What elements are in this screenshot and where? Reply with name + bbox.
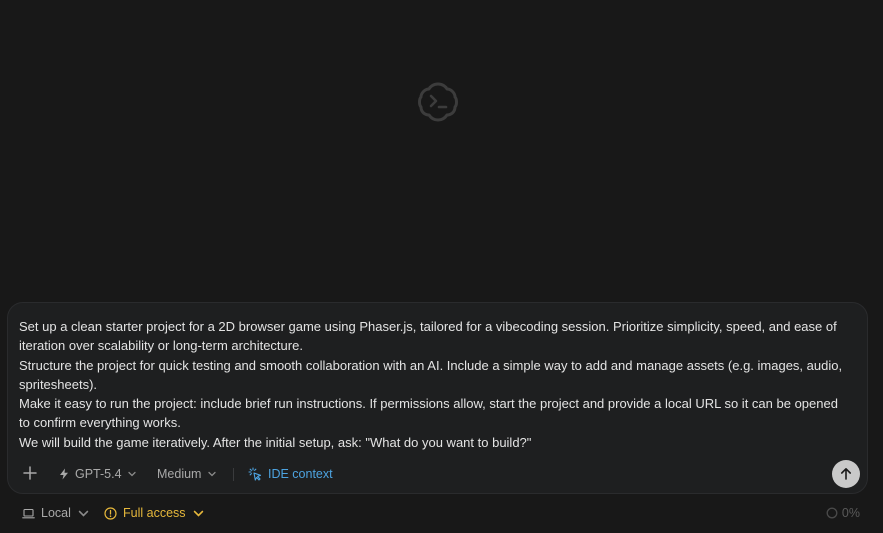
chevron-down-icon — [127, 469, 137, 479]
chevron-down-icon — [77, 507, 90, 520]
environment-selector[interactable]: Local — [22, 500, 90, 526]
effort-label: Medium — [157, 467, 202, 481]
arrow-up-icon — [839, 467, 853, 481]
context-usage-label: 0% — [841, 506, 860, 520]
access-label: Full access — [123, 506, 186, 520]
lightning-icon — [58, 468, 70, 480]
send-button[interactable] — [832, 460, 860, 488]
context-usage-indicator: 0% — [826, 500, 860, 526]
cursor-click-icon — [248, 467, 262, 481]
toolbar-divider — [233, 468, 234, 481]
prompt-composer[interactable]: Set up a clean starter project for a 2D … — [7, 302, 868, 494]
prompt-line: Make it easy to run the project: include… — [19, 396, 838, 431]
ide-context-toggle[interactable]: IDE context — [248, 459, 333, 489]
prompt-line: Structure the project for quick testing … — [19, 357, 843, 392]
model-label: GPT-5.4 — [75, 467, 122, 481]
chevron-down-icon — [192, 507, 205, 520]
ide-context-label: IDE context — [268, 467, 333, 481]
app-window: Set up a clean starter project for a 2D … — [0, 0, 883, 533]
add-attachment-button[interactable] — [20, 459, 40, 489]
laptop-icon — [22, 507, 35, 520]
codex-logo-icon — [416, 80, 460, 124]
prompt-input[interactable]: Set up a clean starter project for a 2D … — [19, 317, 849, 452]
status-bar: Local Full access 0% — [0, 500, 883, 526]
chevron-down-icon — [207, 469, 217, 479]
reasoning-effort-selector[interactable]: Medium — [157, 459, 217, 489]
model-selector[interactable]: GPT-5.4 — [58, 459, 137, 489]
composer-toolbar: GPT-5.4 Medium IDE context — [8, 459, 867, 489]
progress-ring-icon — [826, 507, 838, 519]
warning-icon — [104, 506, 117, 520]
environment-label: Local — [41, 506, 71, 520]
prompt-line: We will build the game iteratively. Afte… — [19, 434, 532, 450]
plus-icon — [22, 465, 38, 484]
access-level-selector[interactable]: Full access — [104, 500, 205, 526]
prompt-line: Set up a clean starter project for a 2D … — [19, 319, 837, 354]
